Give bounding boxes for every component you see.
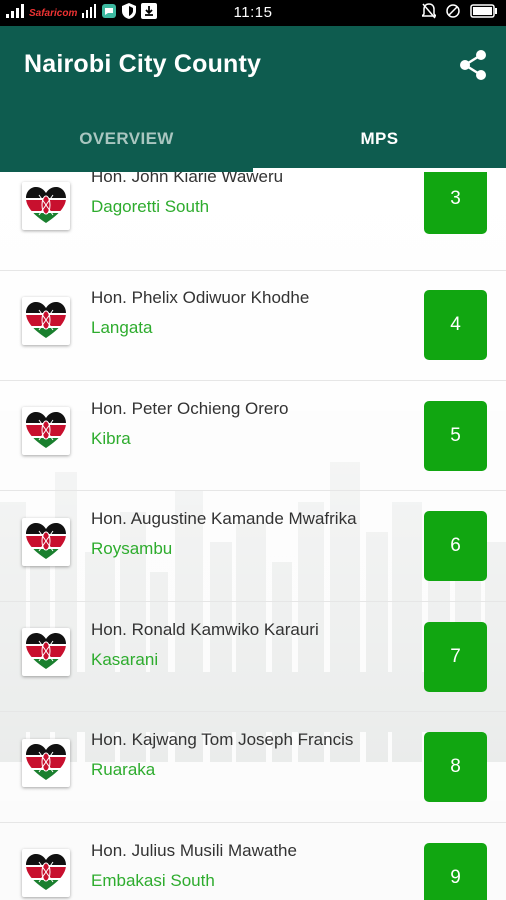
share-icon — [460, 50, 486, 80]
mp-list-item[interactable]: Hon. Julius Musili Mawathe Embakasi Sout… — [0, 822, 506, 900]
tab-overview[interactable]: OVERVIEW — [0, 106, 253, 172]
status-right — [420, 3, 498, 23]
number-badge[interactable]: 7 — [424, 622, 487, 692]
share-button[interactable] — [456, 48, 490, 82]
mp-constituency: Kasarani — [91, 650, 159, 669]
number-badge[interactable]: 5 — [424, 401, 487, 471]
mp-name: Hon. Ronald Kamwiko Karauri — [91, 620, 319, 639]
mp-name: Hon. Phelix Odiwuor Khodhe — [91, 288, 310, 307]
mp-constituency: Roysambu — [91, 539, 173, 558]
mp-list-item[interactable]: Hon. Phelix Odiwuor Khodhe Langata 4 — [0, 270, 506, 381]
mp-list-item[interactable]: Hon. John Kiarie Waweru Dagoretti South … — [0, 172, 506, 271]
number-badge[interactable]: 9 — [424, 843, 487, 900]
mp-name: Hon. Augustine Kamande Mwafrika — [91, 509, 357, 528]
kenya-flag-heart-icon — [22, 407, 70, 455]
kenya-flag-heart-icon — [22, 182, 70, 230]
mp-list[interactable]: Hon. John Kiarie Waweru Dagoretti South … — [0, 172, 506, 900]
kenya-flag-heart-icon — [22, 297, 70, 345]
battery-icon — [470, 4, 498, 22]
mp-constituency: Kibra — [91, 429, 131, 448]
number-badge[interactable]: 4 — [424, 290, 487, 360]
mp-list-item[interactable]: Hon. Peter Ochieng Orero Kibra 5 — [0, 380, 506, 491]
mp-list-item[interactable]: Hon. Ronald Kamwiko Karauri Kasarani 7 — [0, 601, 506, 712]
number-badge[interactable]: 3 — [424, 172, 487, 234]
mp-name: Hon. Kajwang Tom Joseph Francis — [91, 730, 354, 749]
status-bar: Safaricom 11:15 — [0, 0, 506, 26]
page-title: Nairobi City County — [24, 50, 262, 78]
mp-name: Hon. Peter Ochieng Orero — [91, 399, 289, 418]
kenya-flag-heart-icon — [22, 739, 70, 787]
mp-constituency: Ruaraka — [91, 760, 156, 779]
mp-constituency: Embakasi South — [91, 871, 215, 890]
app-bar: Nairobi City County — [0, 26, 506, 106]
number-badge[interactable]: 8 — [424, 732, 487, 802]
kenya-flag-heart-icon — [22, 628, 70, 676]
mp-list-item[interactable]: Hon. Kajwang Tom Joseph Francis Ruaraka … — [0, 712, 506, 823]
tab-bar: OVERVIEW MPS — [0, 106, 506, 172]
alarm-icon — [420, 3, 438, 23]
mp-name: Hon. John Kiarie Waweru — [91, 172, 284, 186]
mp-constituency: Langata — [91, 318, 153, 337]
kenya-flag-heart-icon — [22, 518, 70, 566]
number-badge[interactable]: 6 — [424, 511, 487, 581]
mp-name: Hon. Julius Musili Mawathe — [91, 841, 297, 860]
mute-icon — [446, 4, 460, 22]
mp-constituency: Dagoretti South — [91, 197, 210, 216]
tab-mps[interactable]: MPS — [253, 106, 506, 172]
mp-list-item[interactable]: Hon. Augustine Kamande Mwafrika Roysambu… — [0, 491, 506, 602]
kenya-flag-heart-icon — [22, 849, 70, 897]
